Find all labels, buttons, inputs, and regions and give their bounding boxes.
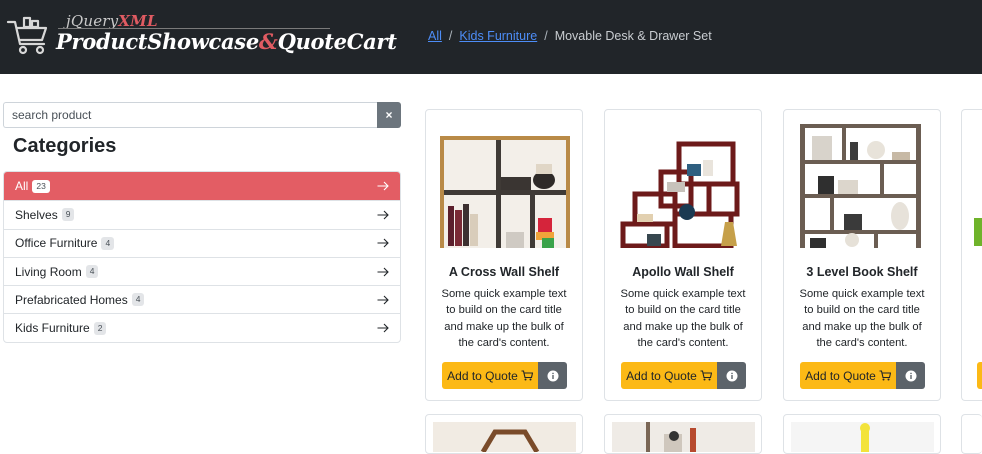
add-to-quote-button[interactable] bbox=[977, 362, 982, 389]
category-label: All bbox=[15, 179, 29, 194]
add-to-quote-label: Add to Quote bbox=[805, 368, 876, 383]
product-info-button[interactable] bbox=[717, 362, 746, 389]
product-card: 3 Level Book Shelf Some quick example te… bbox=[783, 109, 941, 401]
clear-search-button[interactable]: × bbox=[377, 102, 401, 128]
info-icon bbox=[905, 370, 916, 381]
category-label: Living Room bbox=[15, 264, 82, 279]
product-description: Some quick example text to build on the … bbox=[620, 288, 746, 350]
category-label: Kids Furniture bbox=[15, 321, 90, 336]
search-input[interactable] bbox=[3, 102, 377, 128]
category-label: Prefabricated Homes bbox=[15, 292, 128, 307]
top-navbar: jQueryXML ProductShowcase&QuoteCart All /… bbox=[0, 0, 982, 74]
breadcrumb-link-kids-furniture[interactable]: Kids Furniture bbox=[459, 29, 537, 43]
cart-icon bbox=[700, 370, 712, 381]
product-description: Some quick example text to build on the … bbox=[799, 288, 925, 350]
product-card-partial bbox=[961, 414, 982, 454]
product-card bbox=[425, 414, 583, 454]
category-item-living-room[interactable]: Living Room 4 bbox=[4, 256, 400, 285]
product-actions: Add to Quote bbox=[621, 362, 746, 389]
product-card bbox=[604, 414, 762, 454]
arrow-right-icon bbox=[377, 181, 389, 191]
product-card: Apollo Wall Shelf Some quick example tex… bbox=[604, 109, 762, 401]
arrow-right-icon bbox=[377, 267, 389, 276]
category-count-badge: 23 bbox=[32, 179, 50, 193]
arrow-right-icon bbox=[377, 238, 389, 248]
info-icon bbox=[726, 370, 737, 381]
add-to-quote-label: Add to Quote bbox=[626, 368, 697, 383]
product-info-button[interactable] bbox=[538, 362, 567, 389]
category-list: All 23 Shelves 9 Office Furniture 4 Livi… bbox=[3, 171, 401, 343]
cart-logo-icon bbox=[6, 16, 48, 55]
search-bar: × bbox=[3, 102, 401, 128]
product-title: A Cross Wall Shelf bbox=[448, 265, 560, 279]
category-count-badge: 4 bbox=[85, 265, 99, 279]
product-actions: Add to Quote bbox=[800, 362, 925, 389]
add-to-quote-button[interactable]: Add to Quote bbox=[442, 362, 538, 389]
product-card: A Cross Wall Shelf Some quick example te… bbox=[425, 109, 583, 401]
breadcrumb: All / Kids Furniture / Movable Desk & Drawer… bbox=[428, 29, 712, 43]
category-item-prefabricated-homes[interactable]: Prefabricated Homes 4 bbox=[4, 285, 400, 313]
add-to-quote-button[interactable]: Add to Quote bbox=[621, 362, 717, 389]
category-item-all[interactable]: All 23 bbox=[4, 172, 400, 201]
product-card bbox=[783, 414, 941, 454]
breadcrumb-separator: / bbox=[544, 29, 548, 43]
product-image[interactable] bbox=[612, 422, 755, 452]
breadcrumb-separator: / bbox=[448, 29, 453, 43]
cart-icon bbox=[879, 370, 891, 381]
breadcrumb-link-all[interactable]: All bbox=[428, 29, 442, 43]
product-image[interactable] bbox=[791, 422, 934, 452]
product-title: Apollo Wall Shelf bbox=[632, 265, 734, 279]
product-image[interactable] bbox=[438, 122, 571, 248]
arrow-right-icon bbox=[377, 323, 389, 333]
add-to-quote-button[interactable]: Add to Quote bbox=[800, 362, 896, 389]
add-to-quote-label: Add to Quote bbox=[447, 368, 518, 383]
arrow-right-icon bbox=[377, 295, 389, 305]
category-item-office-furniture[interactable]: Office Furniture 4 bbox=[4, 228, 400, 257]
product-title: 3 Level Book Shelf bbox=[806, 265, 918, 279]
product-image[interactable] bbox=[974, 218, 982, 246]
category-item-shelves[interactable]: Shelves 9 bbox=[4, 200, 400, 228]
breadcrumb-current: Movable Desk & Drawer Set bbox=[554, 29, 712, 43]
arrow-right-icon bbox=[377, 210, 389, 220]
product-image[interactable] bbox=[796, 122, 929, 248]
info-icon bbox=[547, 370, 558, 381]
product-info-button[interactable] bbox=[896, 362, 925, 389]
cart-icon bbox=[521, 370, 533, 381]
product-image[interactable] bbox=[617, 122, 750, 248]
category-label: Office Furniture bbox=[15, 236, 98, 251]
product-image[interactable] bbox=[433, 422, 576, 452]
category-item-kids-furniture[interactable]: Kids Furniture 2 bbox=[4, 313, 400, 341]
logo-title: ProductShowcase&QuoteCart bbox=[56, 29, 397, 54]
category-count-badge: 4 bbox=[131, 293, 145, 307]
categories-heading: Categories bbox=[13, 135, 117, 157]
product-actions: Add to Quote bbox=[442, 362, 567, 389]
category-count-badge: 9 bbox=[61, 208, 75, 222]
category-label: Shelves bbox=[15, 207, 58, 222]
category-count-badge: 4 bbox=[101, 236, 115, 250]
product-card-partial bbox=[961, 109, 982, 401]
brand-logo[interactable]: jQueryXML ProductShowcase&QuoteCart bbox=[6, 12, 397, 58]
product-description: Some quick example text to build on the … bbox=[441, 288, 567, 350]
category-count-badge: 2 bbox=[93, 321, 107, 335]
